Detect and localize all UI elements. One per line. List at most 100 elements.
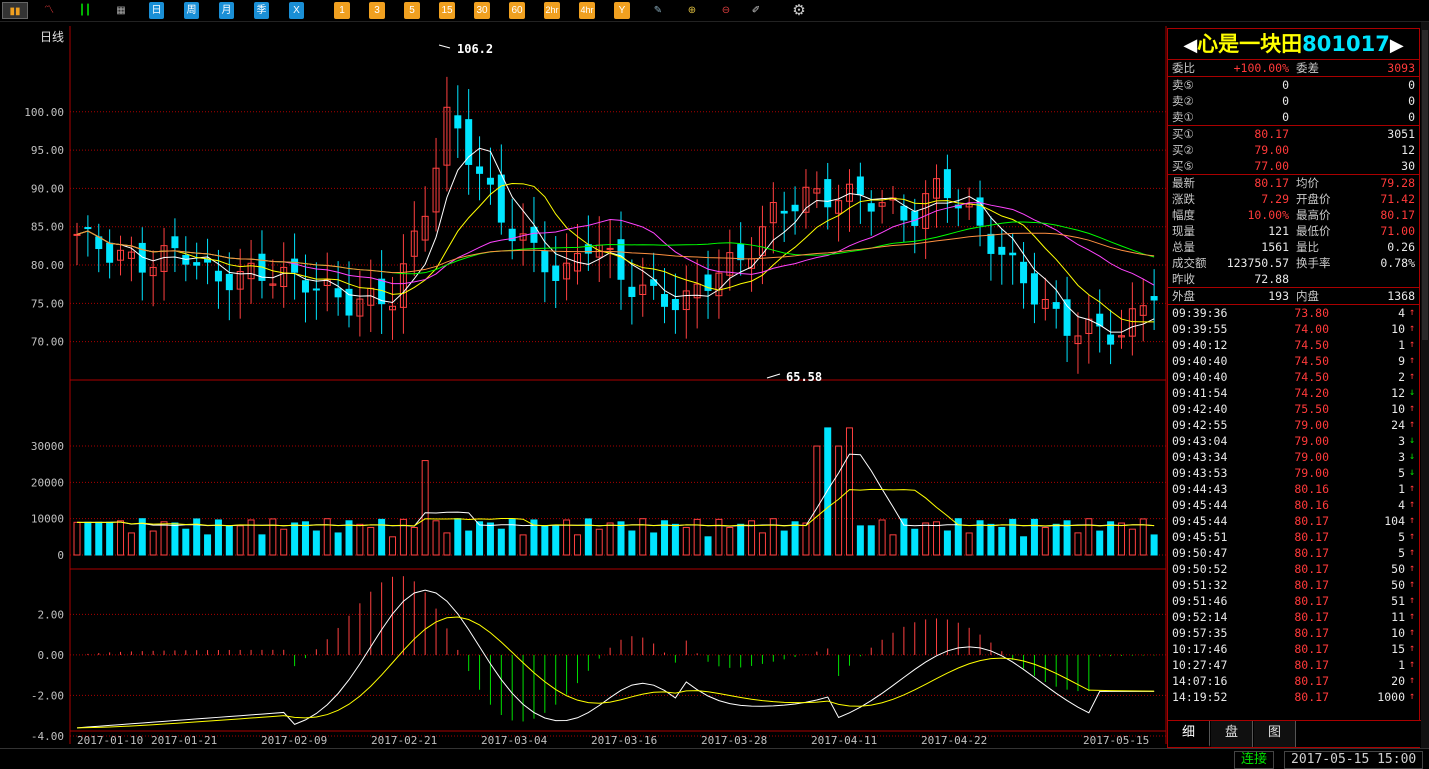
tab-book[interactable]: 盘	[1211, 721, 1253, 747]
tick-price: 75.50	[1294, 402, 1329, 416]
period-month-button[interactable]: 月	[219, 2, 234, 19]
next-stock-icon[interactable]: ▶	[1390, 35, 1404, 56]
period-3min-button[interactable]: 3	[369, 2, 385, 19]
period-15min-button[interactable]: 15	[439, 2, 455, 19]
candlestick-icon[interactable]: ┃┃	[76, 2, 94, 19]
volume-bar	[389, 536, 397, 556]
bid-volume: 12	[1401, 143, 1415, 157]
tick-time: 09:42:40	[1172, 402, 1228, 416]
volume-bar	[976, 520, 984, 556]
tick-time: 09:45:51	[1172, 530, 1228, 544]
quote-label: 总量	[1172, 240, 1195, 254]
scrollbar[interactable]	[1421, 22, 1429, 748]
gear-icon[interactable]: ⚙	[790, 2, 808, 19]
date-label: 2017-05-15	[1083, 734, 1149, 747]
volume-bar	[617, 521, 625, 556]
tab-detail[interactable]: 细	[1168, 721, 1210, 747]
volume-bar	[356, 523, 364, 556]
tick-price: 79.00	[1294, 450, 1329, 464]
volume-bar	[497, 528, 505, 556]
ask-volume: 0	[1408, 110, 1415, 124]
kline-chart[interactable]: 日线 100.00 95.00 90.00 85.00 80.00 75.00 …	[0, 22, 1167, 748]
candle-body	[204, 258, 212, 263]
tick-row: 14:07:16 80.17 20 ↑	[1168, 673, 1419, 689]
stock-name: 心是一块田	[1197, 32, 1303, 56]
prev-stock-icon[interactable]: ◀	[1183, 35, 1197, 56]
volume-bar	[650, 532, 658, 556]
period-4hr-button[interactable]: 4hr	[579, 2, 595, 19]
tick-volume: 10	[1391, 626, 1405, 640]
tab-chart[interactable]: 图	[1254, 721, 1296, 747]
volume-tick: 0	[57, 549, 64, 562]
period-5min-button[interactable]: 5	[404, 2, 420, 19]
arrow-up-icon: ↑	[1408, 595, 1415, 606]
period-week-button[interactable]: 周	[184, 2, 199, 19]
quote-value: 10.00%	[1247, 208, 1289, 222]
scrollbar-thumb[interactable]	[1422, 30, 1428, 340]
candle-body	[454, 115, 462, 129]
volume-bar	[476, 521, 484, 556]
tick-time: 09:44:43	[1172, 482, 1228, 496]
tick-price: 80.17	[1294, 546, 1329, 560]
volume-bar	[312, 530, 320, 556]
quote-value: 80.17	[1254, 176, 1289, 190]
volume-bar	[791, 521, 799, 556]
tick-time: 09:51:32	[1172, 578, 1228, 592]
quote-value: 123750.57	[1226, 256, 1289, 270]
period-2hr-button[interactable]: 2hr	[544, 2, 560, 19]
zoom-out-icon[interactable]: ⊖	[717, 2, 735, 19]
tick-row: 09:40:40 74.50 2 ↑	[1168, 369, 1419, 385]
volume-bar	[1085, 518, 1093, 556]
period-year-button[interactable]: Y	[614, 2, 630, 19]
order-ratio-value: +100.00%	[1233, 61, 1289, 75]
volume-bar	[1074, 532, 1082, 556]
arrow-down-icon: ↓	[1408, 467, 1415, 478]
period-60min-button[interactable]: 60	[509, 2, 525, 19]
quote-value: 79.28	[1380, 176, 1415, 190]
volume-bar	[943, 530, 951, 556]
bid-volume: 30	[1401, 159, 1415, 173]
notepad-icon[interactable]: ✐	[747, 2, 765, 19]
volume-bar	[1041, 527, 1049, 556]
bar-chart-icon[interactable]: ▮▮	[2, 2, 28, 19]
tick-list[interactable]: 09:39:36 73.80 4 ↑ 09:39:55 74.00 10 ↑ 09:40:12 7…	[1168, 305, 1419, 705]
arrow-up-icon: ↑	[1408, 499, 1415, 510]
volume-bar	[780, 530, 788, 556]
volume-bar	[258, 534, 266, 556]
quote-label: 涨跌	[1172, 192, 1195, 206]
candle-body	[486, 177, 494, 185]
volume-bar	[878, 519, 886, 556]
volume-bar	[1117, 522, 1125, 556]
period-1min-button[interactable]: 1	[334, 2, 350, 19]
candle-body	[476, 166, 484, 174]
quote-label: 均价	[1296, 176, 1319, 190]
quote-row: 成交额 123750.57 换手率 0.78%	[1168, 255, 1419, 271]
volume-bar	[1052, 523, 1060, 556]
calendar-icon[interactable]: ▦	[112, 2, 130, 19]
tick-volume: 12	[1391, 386, 1405, 400]
ask-row: 卖② 0 0	[1168, 93, 1419, 109]
edit-icon[interactable]: ✎	[649, 2, 667, 19]
ask-label: 卖⑤	[1172, 78, 1194, 92]
arrow-up-icon: ↑	[1408, 643, 1415, 654]
period-quarter-button[interactable]: 季	[254, 2, 269, 19]
period-30min-button[interactable]: 30	[474, 2, 490, 19]
volume-bar	[269, 518, 277, 556]
quote-label: 换手率	[1296, 256, 1331, 270]
prev-close-row: 昨收 72.88	[1168, 271, 1419, 287]
line-chart-icon[interactable]: 〽	[40, 2, 58, 19]
zoom-in-icon[interactable]: ⊕	[683, 2, 701, 19]
quote-value: 0.26	[1387, 240, 1415, 254]
bid-price: 77.00	[1254, 159, 1289, 173]
tick-row: 09:42:55 79.00 24 ↑	[1168, 417, 1419, 433]
volume-bar	[704, 536, 712, 556]
period-x-button[interactable]: X	[289, 2, 304, 19]
period-day-button[interactable]: 日	[149, 2, 164, 19]
volume-bar	[595, 528, 603, 556]
bid-row: 买② 79.00 12	[1168, 142, 1419, 158]
volume-bar	[715, 518, 723, 556]
quote-value: 0.78%	[1380, 256, 1415, 270]
candle-body	[1009, 252, 1017, 256]
ask-label: 卖②	[1172, 94, 1194, 108]
macd-tick: 0.00	[38, 649, 65, 662]
